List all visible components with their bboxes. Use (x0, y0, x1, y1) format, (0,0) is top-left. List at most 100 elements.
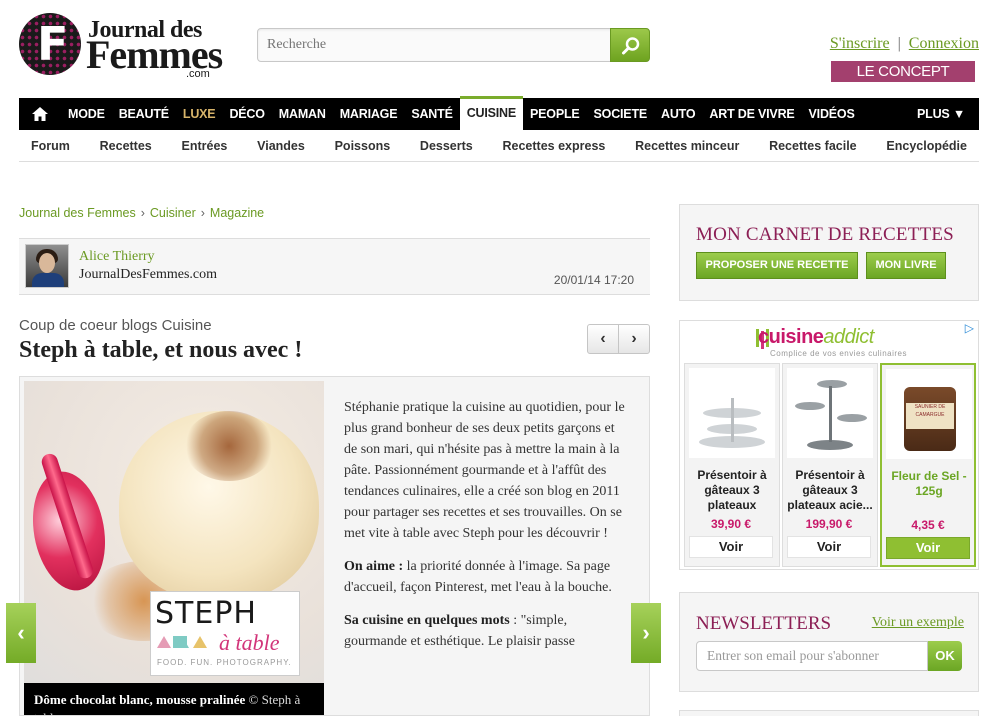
nav-luxe[interactable]: LUXE (176, 98, 223, 130)
article-photo[interactable]: STEPH à table FOOD. FUN. PHOTOGRAPHY. (24, 381, 324, 715)
article-paragraph: On aime : la priorité donnée à l'image. … (344, 556, 626, 598)
article-paragraph: Stéphanie pratique la cuisine au quotidi… (344, 400, 625, 541)
subnav-recettes-facile[interactable]: Recettes facile (769, 139, 857, 153)
slide-next-button[interactable]: › (631, 603, 661, 663)
login-link[interactable]: Connexion (909, 35, 979, 52)
nav-cuisine[interactable]: CUISINE (459, 96, 524, 130)
search-icon (622, 37, 640, 55)
subnav-forum[interactable]: Forum (31, 139, 70, 153)
nav-beaute[interactable]: BEAUTÉ (112, 98, 176, 130)
ad-brand-main: cuisine (758, 326, 824, 348)
product-name: Présentoir à gâteaux 3 plateaux acie... (787, 468, 873, 512)
newsletter-email-field[interactable]: Entrer son email pour s'abonner (696, 641, 928, 671)
subnav-recettes-express[interactable]: Recettes express (503, 139, 606, 153)
nav-mariage[interactable]: MARIAGE (333, 98, 405, 130)
main-nav: MODE BEAUTÉ LUXE DÉCO MAMAN MARIAGE SANT… (19, 96, 979, 130)
ad-product[interactable]: Présentoir à gâteaux 3 plateaux acie... … (782, 363, 878, 567)
blog-badge: STEPH à table FOOD. FUN. PHOTOGRAPHY. (150, 591, 300, 676)
author-site: JournalDesFemmes.com (79, 267, 218, 282)
subnav-entrees[interactable]: Entrées (182, 139, 228, 153)
avatar-body (32, 273, 64, 287)
stand-pole (731, 398, 734, 442)
paragraph-label: Sa cuisine en quelques mots (344, 613, 510, 628)
publish-date: 20/01/14 17:20 (553, 273, 634, 287)
badge-triangle (193, 636, 207, 648)
subnav-desserts[interactable]: Desserts (420, 139, 473, 153)
badge-triangle (175, 636, 189, 648)
ad-tagline: Complice de vos envies culinaires (770, 349, 907, 358)
subnav-viandes[interactable]: Viandes (257, 139, 305, 153)
nav-people[interactable]: PEOPLE (523, 98, 587, 130)
nav-auto[interactable]: AUTO (654, 98, 702, 130)
link-separator: | (897, 35, 901, 52)
product-name: Présentoir à gâteaux 3 plateaux (697, 468, 767, 512)
home-icon (32, 107, 48, 121)
product-price: 39,90 € (710, 517, 752, 531)
breadcrumb-item[interactable]: Magazine (210, 206, 264, 220)
product-view-button[interactable]: Voir (787, 536, 871, 558)
search-button[interactable] (610, 28, 650, 62)
stand-plate (795, 402, 825, 410)
propose-recipe-button[interactable]: PROPOSER UNE RECETTE (696, 252, 858, 279)
logo-letter: F (37, 17, 69, 71)
ad-brand[interactable]: cuisineaddict (758, 326, 874, 349)
newsletter-title: NEWSLETTERS (696, 613, 832, 634)
paragraph-label: On aime : (344, 559, 404, 574)
my-book-button[interactable]: MON LIVRE (866, 252, 946, 279)
nav-deco[interactable]: DÉCO (222, 98, 271, 130)
recipe-book-title: MON CARNET DE RECETTES (696, 224, 954, 245)
subnav-encyclopedie[interactable]: Encyclopédie (886, 139, 967, 153)
newsletter-box: NEWSLETTERS Voir un exemple Entrer son e… (679, 592, 979, 692)
article-text: Stéphanie pratique la cuisine au quotidi… (344, 397, 626, 664)
signup-link[interactable]: S'inscrire (830, 35, 890, 52)
stand-pole (829, 386, 832, 442)
newsletter-ok-button[interactable]: OK (928, 641, 962, 671)
prev-article-button[interactable]: ‹ (588, 325, 619, 353)
nav-plus[interactable]: PLUS ▼ (910, 98, 979, 130)
stand-plate (817, 380, 847, 388)
nav-societe[interactable]: SOCIETE (587, 98, 654, 130)
stand-plate (837, 414, 867, 422)
product-image (787, 368, 873, 458)
breadcrumb-sep: › (200, 206, 205, 220)
breadcrumb: Journal des Femmes › Cuisiner › Magazine (19, 206, 264, 220)
nav-maman[interactable]: MAMAN (272, 98, 333, 130)
nav-videos[interactable]: VIDÉOS (802, 98, 862, 130)
account-links: S'inscrire | Connexion (830, 35, 979, 53)
search-input[interactable] (258, 29, 610, 61)
adchoices-icon[interactable]: ▷ (965, 321, 974, 335)
ad-product[interactable]: SAUNIER DE CAMARGUE Fleur de Sel - 125g … (880, 363, 976, 567)
subnav-recettes[interactable]: Recettes (100, 139, 152, 153)
article-content: STEPH à table FOOD. FUN. PHOTOGRAPHY. Dô… (19, 376, 650, 716)
concept-store-button[interactable]: LE CONCEPT STORE (831, 61, 975, 101)
next-article-button[interactable]: › (619, 325, 649, 353)
badge-tagline: FOOD. FUN. PHOTOGRAPHY. (157, 658, 292, 667)
author-name[interactable]: Alice Thierry (79, 249, 155, 265)
breadcrumb-item[interactable]: Cuisiner (150, 206, 196, 220)
nav-sante[interactable]: SANTÉ (404, 98, 459, 130)
nav-art-de-vivre[interactable]: ART DE VIVRE (702, 98, 801, 130)
product-name: Fleur de Sel - 125g (891, 469, 967, 498)
product-view-button[interactable]: Voir (689, 536, 773, 558)
newsletter-example-link[interactable]: Voir un exemple (872, 615, 964, 631)
ad-brand-sub: addict (823, 326, 874, 348)
home-button[interactable] (19, 98, 61, 130)
nav-mode[interactable]: MODE (61, 98, 112, 130)
breadcrumb-sep: › (140, 206, 145, 220)
ad-product[interactable]: Présentoir à gâteaux 3 plateaux 39,90 € … (684, 363, 780, 567)
logo-mark[interactable]: F (19, 13, 81, 75)
product-image (689, 368, 775, 458)
photo-caption: Dôme chocolat blanc, mousse pralinée © S… (24, 683, 324, 715)
slide-prev-button[interactable]: ‹ (6, 603, 36, 663)
subnav-poissons[interactable]: Poissons (335, 139, 391, 153)
product-view-button[interactable]: Voir (886, 537, 970, 559)
article-paragraph: Sa cuisine en quelques mots : "simple, g… (344, 610, 626, 652)
author-avatar[interactable] (25, 244, 69, 288)
article-pager: ‹ › (587, 324, 650, 354)
recipe-book-box: MON CARNET DE RECETTES PROPOSER UNE RECE… (679, 204, 979, 301)
article-title: Steph à table, et nous avec ! (19, 337, 303, 363)
breadcrumb-item[interactable]: Journal des Femmes (19, 206, 136, 220)
badge-word2: à table (219, 630, 280, 655)
subnav-recettes-minceur[interactable]: Recettes minceur (635, 139, 739, 153)
sidebar-next-box (679, 710, 979, 716)
